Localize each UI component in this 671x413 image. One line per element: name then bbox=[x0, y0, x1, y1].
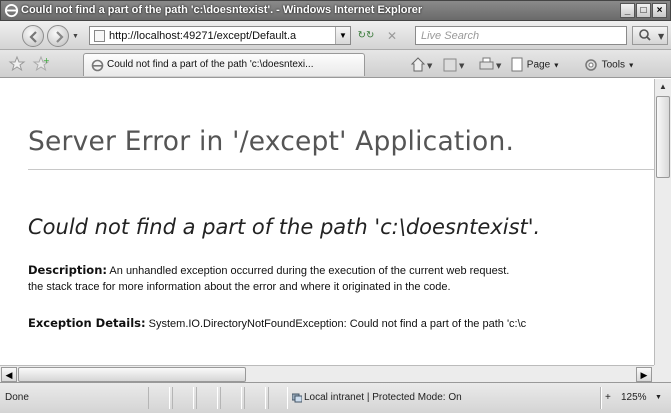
tab-current-page[interactable]: Could not find a part of the path 'c:\do… bbox=[83, 53, 365, 76]
intranet-zone-icon bbox=[292, 393, 302, 403]
title-bar: Could not find a part of the path 'c:\do… bbox=[0, 0, 671, 21]
tab-label: Could not find a part of the path 'c:\do… bbox=[107, 59, 314, 70]
add-favorites-icon[interactable]: + bbox=[32, 55, 50, 73]
status-segment bbox=[172, 387, 194, 409]
page-icon bbox=[511, 57, 523, 72]
svg-text:▼: ▼ bbox=[658, 32, 665, 41]
maximize-button[interactable]: □ bbox=[636, 3, 651, 18]
forward-button[interactable] bbox=[47, 25, 69, 47]
zoom-dropdown-icon[interactable]: ▼ bbox=[655, 394, 662, 401]
exception-label: Exception Details: bbox=[28, 316, 146, 330]
ie-logo-icon bbox=[4, 3, 19, 18]
page-icon bbox=[94, 30, 105, 42]
history-dropdown-icon[interactable]: ▼ bbox=[72, 33, 79, 40]
scroll-corner bbox=[654, 365, 671, 382]
status-text: Done bbox=[5, 392, 29, 403]
address-dropdown-icon[interactable]: ▼ bbox=[335, 27, 350, 44]
description-text: An unhandled exception occurred during t… bbox=[106, 265, 510, 277]
address-url[interactable]: http://localhost:49271/except/Default.a bbox=[109, 30, 331, 42]
status-segment bbox=[244, 387, 266, 409]
error-title: Could not find a part of the path 'c:\do… bbox=[28, 215, 541, 239]
printer-icon: ▼ bbox=[479, 57, 502, 70]
page-menu-dropdown-icon: ▼ bbox=[552, 62, 560, 70]
search-icon: ▼ bbox=[639, 29, 665, 41]
description-line-2: the stack trace for more information abo… bbox=[28, 281, 451, 293]
zoom-level[interactable]: 125% bbox=[621, 392, 647, 403]
home-button[interactable]: ▼ bbox=[410, 56, 436, 74]
print-button[interactable]: ▼ bbox=[478, 56, 504, 74]
vertical-scrollbar[interactable]: ▲ bbox=[654, 79, 671, 365]
gear-icon bbox=[585, 59, 597, 71]
feeds-button[interactable]: ▼ bbox=[442, 56, 468, 74]
exception-details: Exception Details: System.IO.DirectoryNo… bbox=[28, 315, 526, 333]
status-segment bbox=[268, 387, 288, 409]
svg-text:▼: ▼ bbox=[427, 62, 433, 70]
favorites-star-icon[interactable] bbox=[8, 55, 26, 73]
status-segment bbox=[196, 387, 218, 409]
vertical-scroll-thumb[interactable] bbox=[656, 96, 670, 178]
tools-menu-label: Tools bbox=[601, 59, 625, 71]
page-heading: Server Error in '/except' Application. bbox=[28, 126, 515, 157]
minimize-button[interactable]: _ bbox=[620, 3, 635, 18]
address-bar[interactable]: http://localhost:49271/except/Default.a … bbox=[89, 26, 351, 45]
zoom-icon[interactable]: + bbox=[605, 392, 611, 403]
status-divider bbox=[600, 387, 602, 409]
svg-text:▼: ▼ bbox=[459, 62, 465, 70]
exception-text: System.IO.DirectoryNotFoundException: Co… bbox=[145, 318, 527, 330]
window-title: Could not find a part of the path 'c:\do… bbox=[21, 4, 423, 16]
feeds-icon: ▼ bbox=[443, 58, 465, 72]
horizontal-scrollbar[interactable]: ◀ ▶ bbox=[0, 365, 654, 382]
navigation-bar: ▼ http://localhost:49271/except/Default.… bbox=[0, 21, 671, 50]
ie-page-icon bbox=[91, 59, 104, 72]
tools-menu-dropdown-icon: ▼ bbox=[627, 62, 635, 70]
scroll-right-icon[interactable]: ▶ bbox=[636, 367, 652, 382]
security-zone[interactable]: Local intranet | Protected Mode: On bbox=[304, 392, 462, 403]
page-menu-label: Page bbox=[526, 59, 551, 71]
search-button[interactable]: ▼ bbox=[632, 26, 668, 45]
back-arrow-icon bbox=[29, 31, 37, 43]
status-segment bbox=[220, 387, 242, 409]
scroll-left-icon[interactable]: ◀ bbox=[1, 367, 17, 382]
svg-text:+: + bbox=[43, 56, 50, 65]
svg-text:▼: ▼ bbox=[496, 62, 502, 70]
page-menu-button[interactable]: Page ▼ bbox=[510, 56, 560, 74]
search-placeholder: Live Search bbox=[421, 30, 480, 42]
forward-arrow-icon bbox=[56, 31, 64, 43]
back-button[interactable] bbox=[22, 25, 44, 47]
refresh-button[interactable]: ↻↻ bbox=[357, 28, 375, 44]
page-content: Server Error in '/except' Application. C… bbox=[0, 79, 654, 365]
heading-divider bbox=[28, 169, 654, 170]
tools-menu-button[interactable]: Tools ▼ bbox=[583, 56, 635, 74]
status-bar: Done Local intranet | Protected Mode: On… bbox=[0, 382, 671, 413]
description-line-1: Description: An unhandled exception occu… bbox=[28, 262, 509, 280]
description-label: Description: bbox=[28, 263, 107, 277]
home-icon: ▼ bbox=[410, 57, 433, 72]
scroll-up-icon[interactable]: ▲ bbox=[656, 79, 670, 95]
close-button[interactable]: × bbox=[652, 3, 667, 18]
tab-bar: + Could not find a part of the path 'c:\… bbox=[0, 50, 671, 78]
search-input[interactable]: Live Search bbox=[415, 26, 627, 45]
stop-button[interactable]: ✕ bbox=[383, 28, 401, 44]
horizontal-scroll-thumb[interactable] bbox=[18, 367, 246, 382]
status-segment bbox=[148, 387, 170, 409]
